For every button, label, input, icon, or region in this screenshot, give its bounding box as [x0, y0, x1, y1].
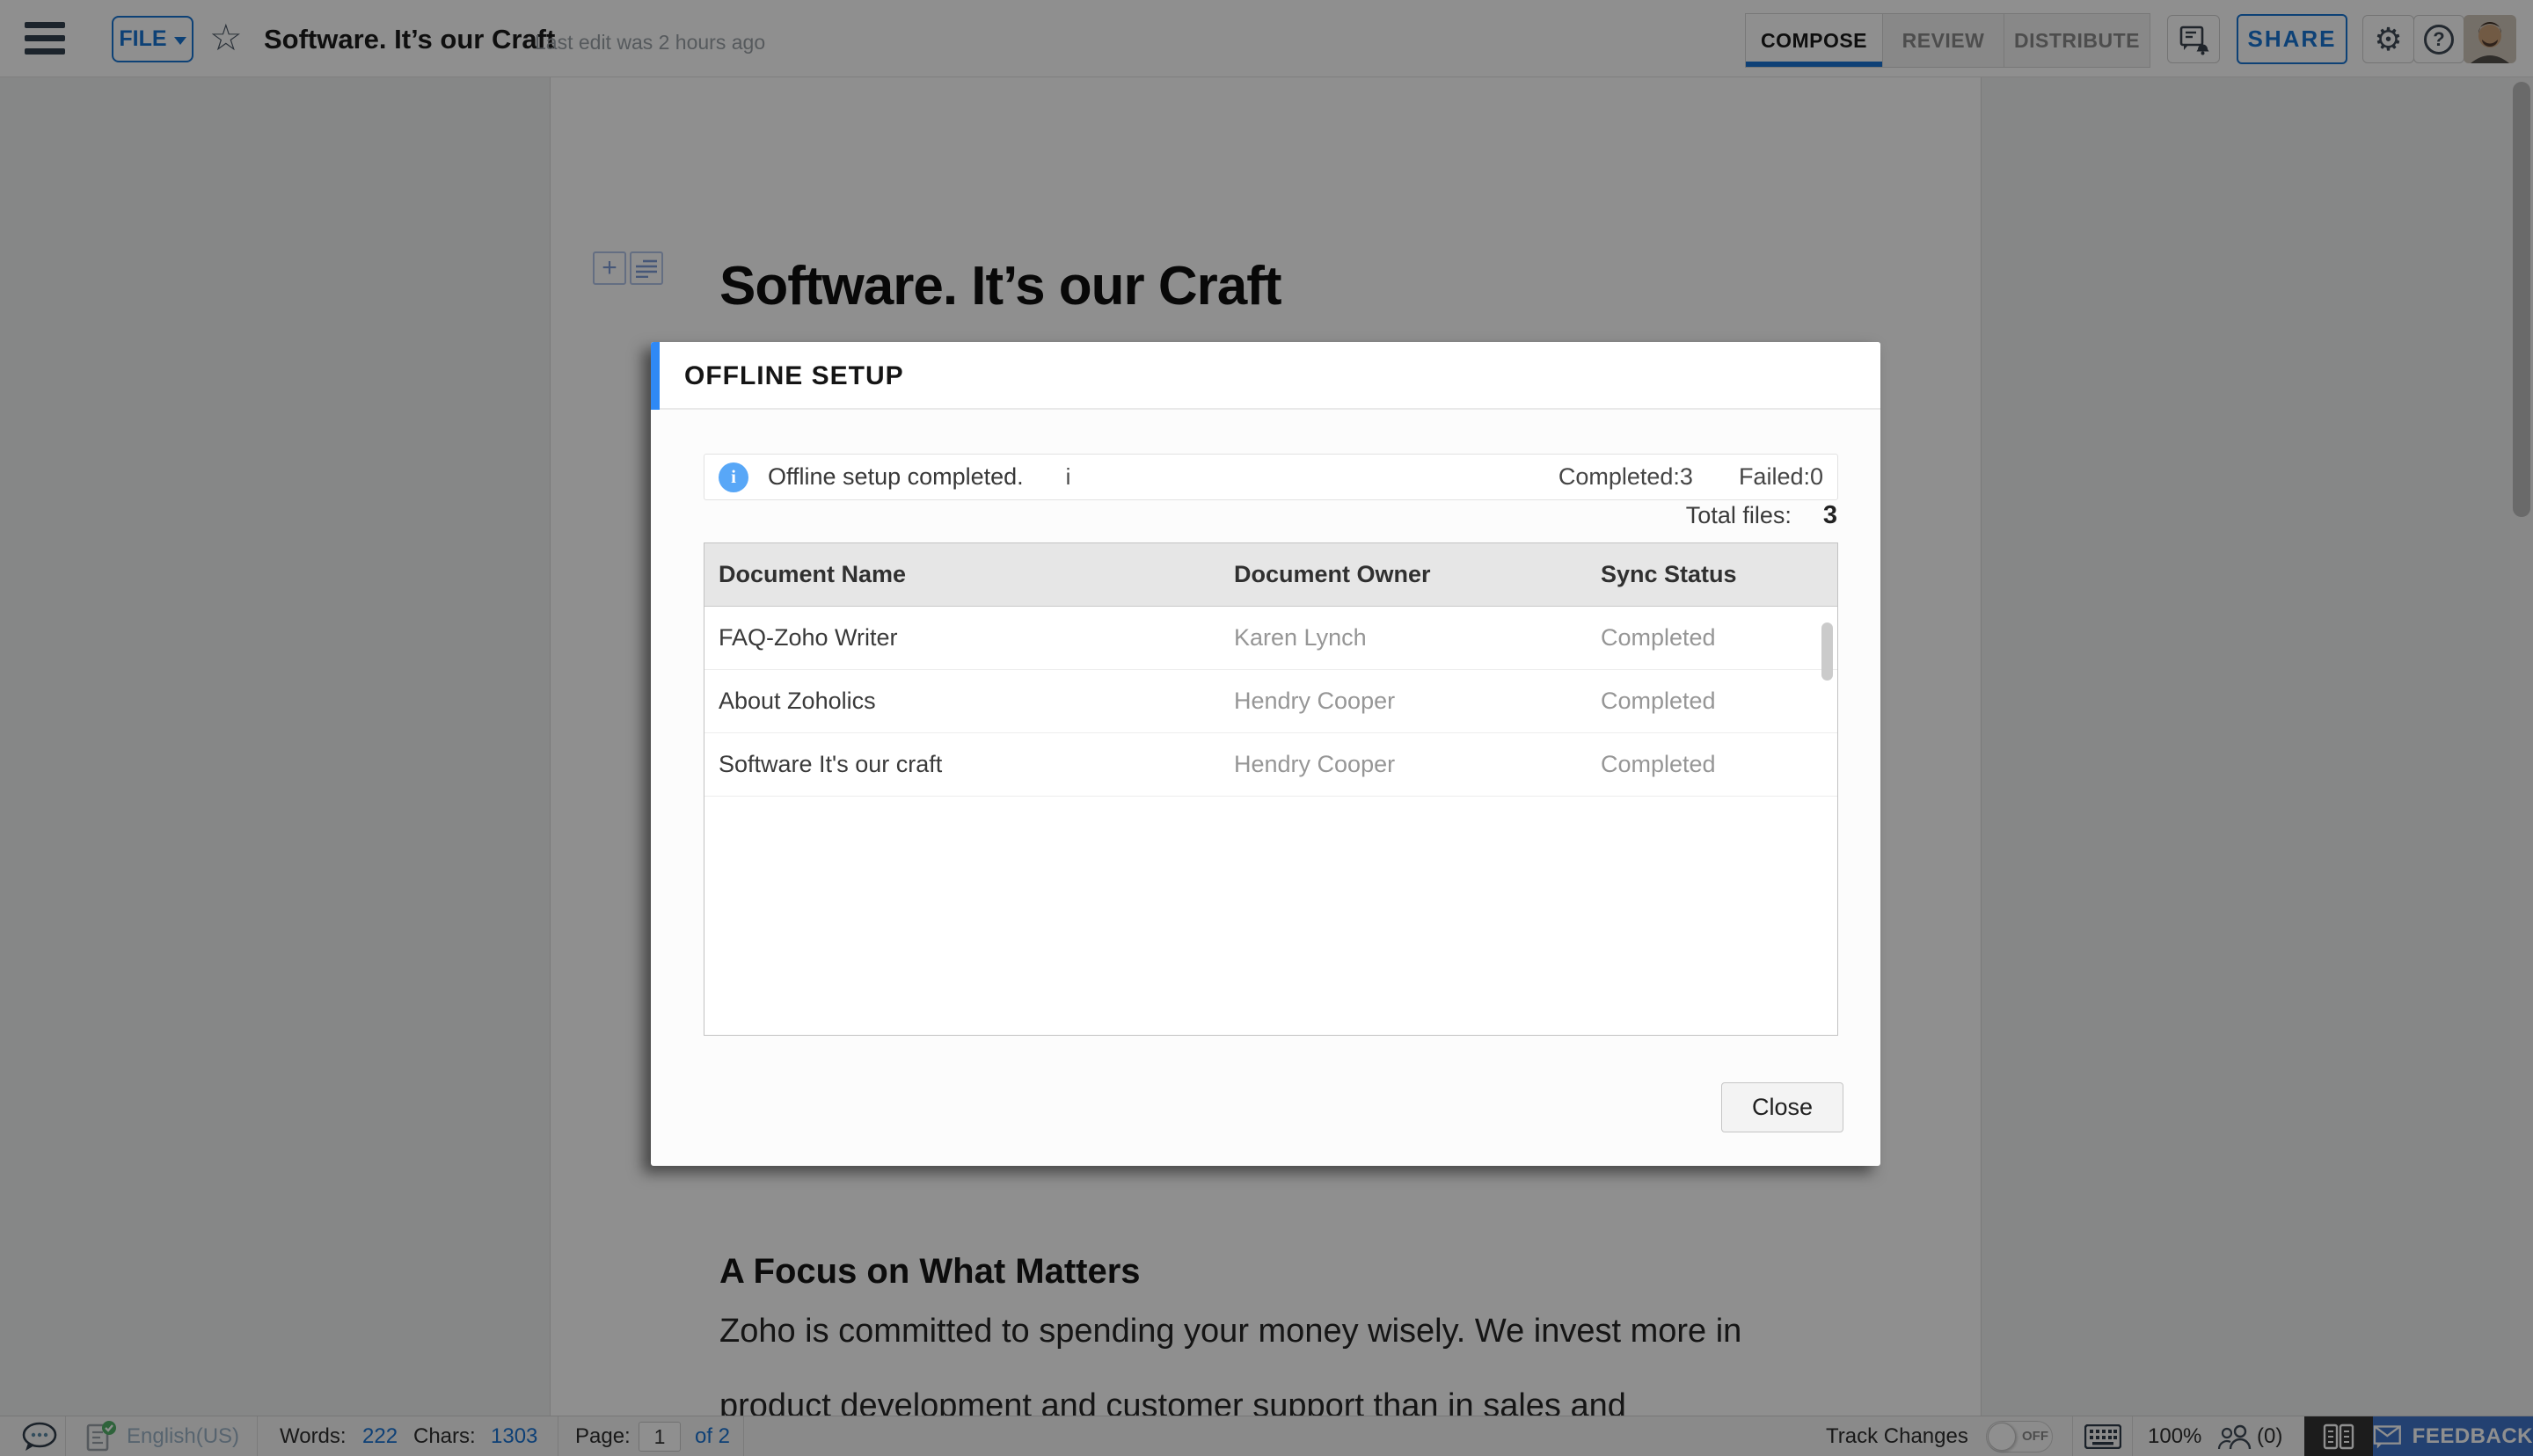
app-window: FILE ☆ Software. It’s our Craft Last edi… — [0, 0, 2533, 1456]
close-button[interactable]: Close — [1721, 1082, 1843, 1132]
total-files-value: 3 — [1822, 501, 1837, 529]
dialog-header: OFFLINE SETUP — [651, 342, 1880, 410]
dialog-title: OFFLINE SETUP — [684, 361, 904, 390]
sync-status-banner: i Offline setup completed. i Completed:3… — [704, 454, 1838, 500]
failed-count: Failed:0 — [1738, 463, 1823, 490]
sync-files-table: Document Name Document Owner Sync Status… — [704, 542, 1838, 1036]
total-files-label: Total files: — [1685, 502, 1792, 528]
column-document-name: Document Name — [719, 561, 907, 587]
completed-count: Completed:3 — [1558, 463, 1693, 490]
table-header-row: Document Name Document Owner Sync Status — [704, 543, 1837, 607]
total-files-row: Total files: 3 — [1686, 501, 1837, 530]
table-row[interactable]: About Zoholics Hendry Cooper Completed — [704, 670, 1837, 733]
column-document-owner: Document Owner — [1234, 561, 1431, 587]
text-cursor: i — [1065, 463, 1071, 490]
sync-status-message: Offline setup completed. — [768, 463, 1024, 490]
table-scrollbar-thumb[interactable] — [1821, 622, 1833, 681]
header-accent-stripe — [651, 342, 660, 410]
table-row[interactable]: FAQ-Zoho Writer Karen Lynch Completed — [704, 607, 1837, 670]
offline-setup-dialog: OFFLINE SETUP i Offline setup completed.… — [651, 342, 1880, 1166]
info-icon: i — [719, 462, 748, 492]
column-sync-status: Sync Status — [1601, 561, 1737, 587]
table-row[interactable]: Software It's our craft Hendry Cooper Co… — [704, 733, 1837, 797]
